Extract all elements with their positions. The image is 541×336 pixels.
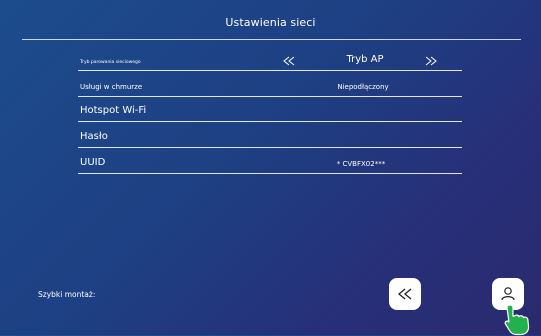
cloud-services-row[interactable]: Usługi w chmurze Niepodłączony [78, 75, 462, 97]
row-divider [78, 173, 462, 174]
wifi-hotspot-label: Hotspot Wi-Fi [80, 105, 147, 116]
chevron-double-left-icon [283, 56, 295, 66]
prev-mode-button[interactable] [282, 54, 296, 68]
uuid-label: UUID [80, 157, 106, 168]
chevron-double-right-icon [425, 56, 437, 66]
uuid-row: UUID * CVBFX02*** [78, 152, 462, 174]
pairing-mode-row: Tryb parowania sieciowego Tryb AP [78, 49, 462, 71]
cloud-services-label: Usługi w chmurze [80, 83, 143, 91]
wifi-hotspot-row[interactable]: Hotspot Wi-Fi [78, 100, 462, 122]
pairing-mode-label: Tryb parowania sieciowego [80, 60, 141, 65]
next-mode-button[interactable] [424, 54, 438, 68]
row-divider [78, 96, 462, 97]
back-button[interactable] [389, 278, 421, 310]
tap-hand-icon [504, 304, 530, 336]
title-divider [22, 39, 521, 40]
password-label: Hasło [80, 131, 108, 142]
cloud-services-status: Niepodłączony [337, 83, 389, 91]
quick-install-label: Szybki montaż: [38, 290, 96, 299]
pairing-mode-value: Tryb AP [346, 54, 384, 65]
network-settings-screen: Ustawienia sieci Tryb parowania sieciowe… [0, 0, 541, 336]
password-row[interactable]: Hasło [78, 126, 462, 148]
uuid-value: * CVBFX02*** [336, 160, 386, 168]
row-divider [78, 70, 462, 71]
user-icon [501, 287, 515, 301]
page-title: Ustawienia sieci [225, 16, 316, 29]
back-arrow-icon [397, 288, 412, 300]
row-divider [78, 147, 462, 148]
row-divider [78, 121, 462, 122]
